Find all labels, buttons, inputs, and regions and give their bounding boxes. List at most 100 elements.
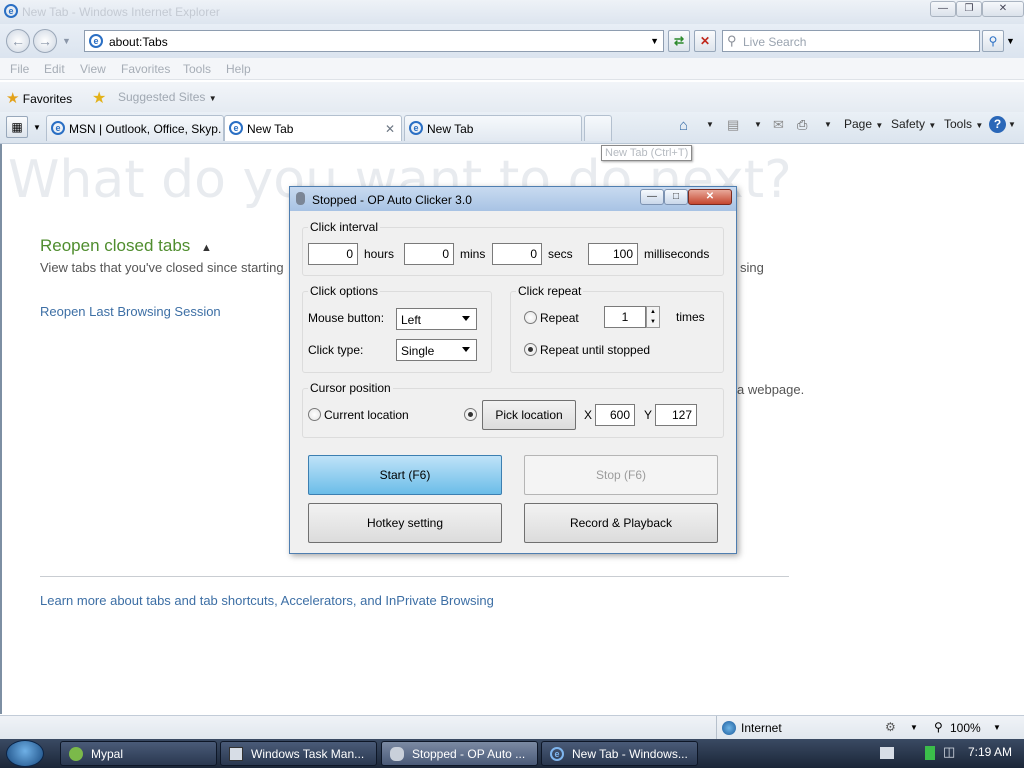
restore-button[interactable]: ❐ xyxy=(956,1,982,17)
start-button[interactable] xyxy=(6,740,44,767)
repeat-until-stopped-radio[interactable] xyxy=(524,343,537,356)
menu-file[interactable]: File xyxy=(10,62,29,76)
close-window-button[interactable]: ✕ xyxy=(982,1,1024,17)
safety-menu[interactable]: Safety ▼ xyxy=(891,117,936,131)
tab-list-icon[interactable]: ▼ xyxy=(33,123,41,132)
suggested-sites-button[interactable]: Suggested Sites ▼ xyxy=(118,90,217,104)
current-location-radio[interactable] xyxy=(308,408,321,421)
zoom-icon[interactable]: ⚲ xyxy=(934,720,943,734)
record-playback-button[interactable]: Record & Playback xyxy=(524,503,718,543)
tab-label: New Tab xyxy=(247,122,294,136)
tab-new-tab-active[interactable]: e New Tab ✕ xyxy=(224,115,402,141)
home-icon[interactable]: ⌂ xyxy=(679,117,688,134)
click-type-select[interactable]: Single xyxy=(396,339,477,361)
dialog-title-bar[interactable]: Stopped - OP Auto Clicker 3.0 — □ ✕ xyxy=(290,187,736,211)
chevron-down-icon[interactable]: ▼ xyxy=(910,723,918,732)
zoom-level[interactable]: 100% xyxy=(950,721,981,735)
dialog-minimize-button[interactable]: — xyxy=(640,189,664,205)
ie-icon: e xyxy=(550,747,564,761)
ie-icon: e xyxy=(409,121,423,135)
status-bar: Internet ⚙ ▼ ⚲ 100% ▼ xyxy=(0,715,1024,740)
start-button[interactable]: Start (F6) xyxy=(308,455,502,495)
mouse-button-select[interactable]: Left xyxy=(396,308,477,330)
home-dropdown-icon[interactable]: ▼ xyxy=(706,120,714,129)
menu-view[interactable]: View xyxy=(80,62,106,76)
mouse-button-label: Mouse button: xyxy=(308,311,385,325)
refresh-icon[interactable]: ⇄ xyxy=(668,30,690,52)
secs-input[interactable]: 0 xyxy=(492,243,542,265)
tab-new-tab[interactable]: e New Tab xyxy=(404,115,582,141)
search-input[interactable]: ⚲ Live Search xyxy=(722,30,980,52)
menu-favorites[interactable]: Favorites xyxy=(121,62,170,76)
learn-more-link[interactable]: Learn more about tabs and tab shortcuts,… xyxy=(40,593,494,608)
quick-tabs-icon[interactable]: ▦ xyxy=(6,116,28,138)
menu-edit[interactable]: Edit xyxy=(44,62,65,76)
webpage-text-tail: a webpage. xyxy=(737,382,805,397)
page-menu[interactable]: Page ▼ xyxy=(844,117,883,131)
clock[interactable]: 7:19 AM xyxy=(968,745,1012,759)
address-bar[interactable]: e about:Tabs ▼ xyxy=(84,30,664,52)
mins-label: mins xyxy=(460,247,486,261)
suggested-sites-label: Suggested Sites xyxy=(118,90,206,104)
search-go-icon[interactable]: ⚲ xyxy=(982,30,1004,52)
new-tab-button[interactable] xyxy=(584,115,612,141)
back-button[interactable]: ← xyxy=(6,29,30,53)
feeds-dropdown-icon[interactable]: ▼ xyxy=(754,120,762,129)
stop-button[interactable]: Stop (F6) xyxy=(524,455,718,495)
help-dropdown-icon[interactable]: ▼ xyxy=(1008,120,1016,129)
taskbar: Mypal Windows Task Man... Stopped - OP A… xyxy=(0,739,1024,768)
hotkey-setting-button[interactable]: Hotkey setting xyxy=(308,503,502,543)
print-dropdown-icon[interactable]: ▼ xyxy=(824,120,832,129)
reopen-closed-tabs-label: Reopen closed tabs xyxy=(40,236,191,255)
pick-location-radio[interactable] xyxy=(464,408,477,421)
battery-icon[interactable] xyxy=(925,746,935,760)
address-dropdown-icon[interactable]: ▼ xyxy=(650,36,659,46)
zone-label: Internet xyxy=(741,721,782,735)
x-coordinate-input[interactable]: 600 xyxy=(595,404,635,426)
auto-clicker-dialog: Stopped - OP Auto Clicker 3.0 — □ ✕ Clic… xyxy=(289,186,737,554)
cursor-position-label: Cursor position xyxy=(308,381,393,395)
taskbar-item-task-manager[interactable]: Windows Task Man... xyxy=(220,741,377,766)
favorites-star-icon: ★ xyxy=(6,90,20,107)
view-tabs-text-tail: sing xyxy=(740,260,764,275)
favorites-button[interactable]: ★ Favorites xyxy=(6,89,72,107)
feeds-icon[interactable]: ▤ xyxy=(727,117,739,133)
reopen-last-session-link[interactable]: Reopen Last Browsing Session xyxy=(40,304,221,319)
taskbar-item-ie[interactable]: e New Tab - Windows... xyxy=(541,741,698,766)
print-icon[interactable]: ⎙ xyxy=(797,117,807,133)
mins-input[interactable]: 0 xyxy=(404,243,454,265)
address-url[interactable]: about:Tabs xyxy=(109,35,168,49)
taskbar-item-auto-clicker[interactable]: Stopped - OP Auto ... xyxy=(381,741,538,766)
network-icon[interactable]: ◫ xyxy=(943,744,955,760)
zoom-dropdown-icon[interactable]: ▼ xyxy=(993,723,1001,732)
x-label: X xyxy=(584,408,593,422)
tools-menu[interactable]: Tools ▼ xyxy=(944,117,983,131)
pick-location-button[interactable]: Pick location xyxy=(482,400,576,430)
protected-mode-icon[interactable]: ⚙ xyxy=(885,720,896,734)
forward-button[interactable]: → xyxy=(33,29,57,53)
tab-msn[interactable]: e MSN | Outlook, Office, Skyp... xyxy=(46,115,224,141)
taskbar-item-mypal[interactable]: Mypal xyxy=(60,741,217,766)
reopen-closed-tabs-heading[interactable]: Reopen closed tabs ▲ xyxy=(40,236,212,256)
dialog-maximize-button[interactable]: □ xyxy=(664,189,688,205)
repeat-count-input[interactable]: 1 xyxy=(604,306,646,328)
milliseconds-input[interactable]: 100 xyxy=(588,243,638,265)
add-favorites-icon[interactable]: ★ xyxy=(92,88,106,108)
stop-icon[interactable]: ✕ xyxy=(694,30,716,52)
dialog-close-button[interactable]: ✕ xyxy=(688,189,732,205)
keyboard-icon[interactable] xyxy=(880,747,894,759)
hours-input[interactable]: 0 xyxy=(308,243,358,265)
menu-tools[interactable]: Tools xyxy=(183,62,211,76)
y-coordinate-input[interactable]: 127 xyxy=(655,404,697,426)
repeat-until-stopped-label: Repeat until stopped xyxy=(540,343,651,357)
minimize-button[interactable]: — xyxy=(930,1,956,17)
mail-icon[interactable]: ✉ xyxy=(773,117,784,133)
search-options-icon[interactable]: ▼ xyxy=(1006,36,1015,46)
window-title: New Tab - Windows Internet Explorer xyxy=(22,5,220,19)
repeat-count-spinner[interactable]: ▲ ▼ xyxy=(646,306,660,328)
close-tab-icon[interactable]: ✕ xyxy=(385,122,395,136)
repeat-radio[interactable] xyxy=(524,311,537,324)
help-icon[interactable]: ? xyxy=(989,116,1006,133)
recent-pages-dropdown-icon[interactable]: ▼ xyxy=(62,36,71,46)
menu-help[interactable]: Help xyxy=(226,62,251,76)
